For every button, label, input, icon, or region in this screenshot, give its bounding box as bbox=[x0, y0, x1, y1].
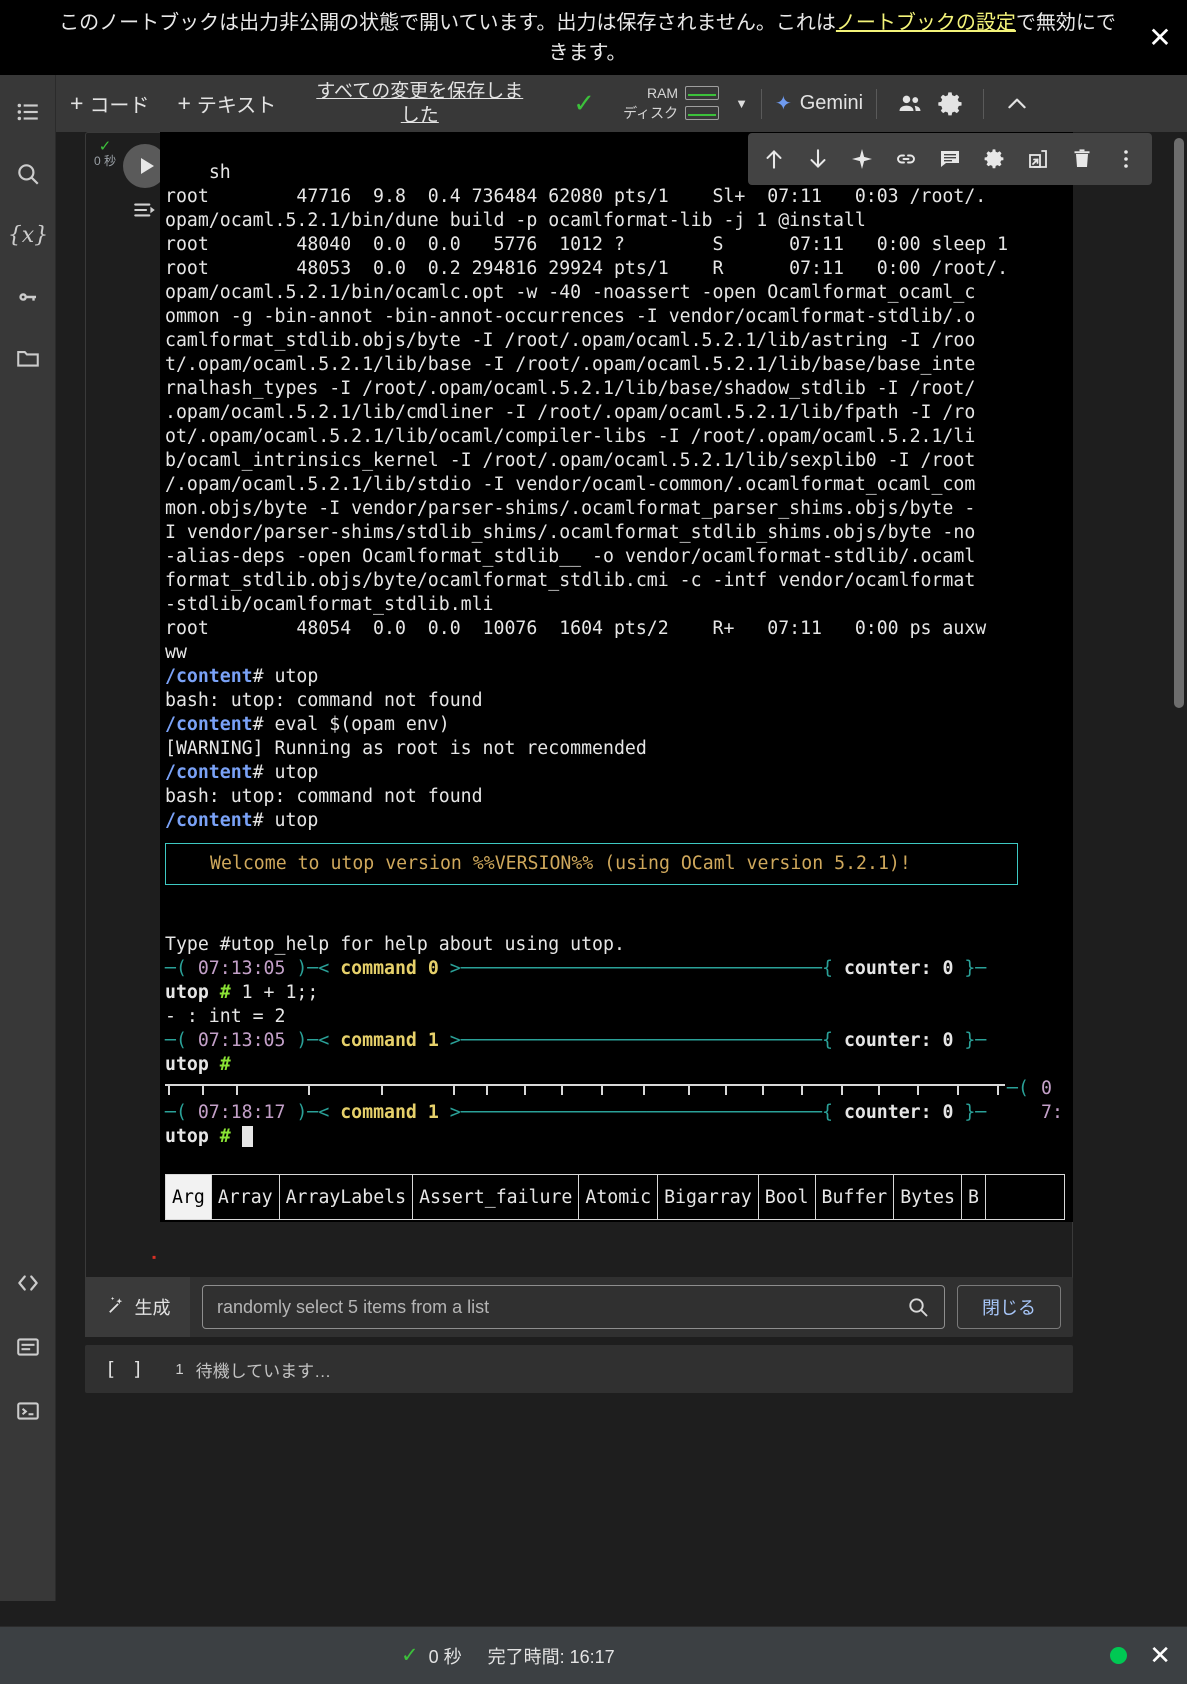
resource-meter[interactable]: RAM ディスク bbox=[623, 84, 720, 123]
search-icon[interactable] bbox=[11, 157, 45, 191]
files-folder-icon[interactable] bbox=[11, 341, 45, 375]
variables-icon[interactable]: {x} bbox=[8, 218, 48, 252]
save-status-label[interactable]: すべての変更を保存しました bbox=[312, 80, 527, 128]
notice-text: このノートブックは出力非公開の状態で開いています。出力は保存されません。これはノ… bbox=[58, 8, 1118, 68]
delete-cell-trash-icon[interactable] bbox=[1060, 137, 1104, 181]
completion-item[interactable]: Arg bbox=[166, 1175, 212, 1219]
secrets-key-icon[interactable] bbox=[11, 280, 45, 314]
magic-wand-icon bbox=[105, 1294, 127, 1321]
utop-completion-bar[interactable]: Arg Array ArrayLabels Assert_failure Atomic B… bbox=[165, 1174, 1065, 1220]
gemini-label: Gemini bbox=[799, 92, 864, 114]
checkmark-icon: ✓ bbox=[573, 88, 596, 118]
status-completed-label: 完了時間: 16:17 bbox=[487, 1646, 615, 1667]
link-icon[interactable] bbox=[884, 137, 928, 181]
cell-run-check: ✓ bbox=[98, 138, 112, 155]
status-seconds: 0 秒 bbox=[428, 1646, 462, 1667]
checkmark-icon: ✓ bbox=[401, 1644, 419, 1667]
cell-actions-toolbar bbox=[748, 133, 1152, 185]
completion-item[interactable]: Atomic bbox=[579, 1175, 659, 1219]
completion-item[interactable]: Assert_failure bbox=[413, 1175, 580, 1219]
notice-text-before: このノートブックは出力非公開の状態で開いています。出力は保存されません。これは bbox=[59, 11, 836, 34]
private-outputs-notice: このノートブックは出力非公開の状態で開いています。出力は保存されません。これはノ… bbox=[0, 0, 1187, 75]
disk-label: ディスク bbox=[623, 104, 679, 121]
completion-item[interactable]: Bytes bbox=[894, 1175, 962, 1219]
completion-item[interactable]: Bigarray bbox=[658, 1175, 759, 1219]
ram-label: RAM bbox=[646, 84, 679, 101]
add-text-cell-label: テキスト bbox=[196, 95, 277, 117]
close-icon[interactable]: ✕ bbox=[1143, 21, 1177, 55]
divider bbox=[983, 88, 985, 119]
completion-item[interactable]: Bool bbox=[759, 1175, 816, 1219]
cell-error-marker: ▪ bbox=[152, 1250, 157, 1264]
plus-icon: + bbox=[177, 90, 191, 116]
divider bbox=[876, 88, 878, 119]
chevron-down-icon[interactable]: ▼ bbox=[735, 96, 748, 111]
cell-line-number: 1 bbox=[175, 1360, 184, 1378]
notebook-settings-link[interactable]: ノートブックの設定 bbox=[836, 12, 1016, 34]
terminal-output[interactable]: sh root 47716 9.8 0.4 736484 62080 pts/1… bbox=[160, 132, 1073, 1222]
gemini-button[interactable]: ✦ Gemini bbox=[775, 92, 863, 115]
code-snippets-icon[interactable] bbox=[11, 1266, 45, 1300]
plus-icon: + bbox=[70, 90, 84, 116]
gemini-generate-bar: 生成 閉じる bbox=[85, 1277, 1073, 1337]
add-code-cell-label: コード bbox=[89, 95, 150, 117]
ram-bar bbox=[685, 85, 720, 100]
divider bbox=[760, 88, 762, 119]
generate-prompt-input[interactable] bbox=[217, 1296, 906, 1318]
add-code-cell-button[interactable]: + コード bbox=[56, 75, 163, 132]
completion-item[interactable]: ArrayLabels bbox=[280, 1175, 414, 1219]
completion-item[interactable]: B bbox=[962, 1175, 986, 1219]
toc-icon[interactable] bbox=[11, 95, 45, 129]
completion-item[interactable]: Buffer bbox=[816, 1175, 895, 1219]
gemini-sparkle-icon[interactable] bbox=[840, 137, 884, 181]
share-people-icon[interactable] bbox=[890, 84, 930, 124]
output-scrollbar[interactable] bbox=[1174, 138, 1184, 708]
move-cell-down-icon[interactable] bbox=[796, 137, 840, 181]
notebook-toolbar: + コード + テキスト すべての変更を保存しました ✓ RAM ディスク ▼ … bbox=[56, 75, 1187, 132]
next-code-cell[interactable]: [ ] 1 待機しています… bbox=[85, 1345, 1073, 1393]
notebook-body: ✓ 0 秒 sh root 47716 9.8 0.4 736484 62080… bbox=[56, 132, 1187, 1601]
cell-gutter: ✓ 0 秒 bbox=[85, 132, 167, 1250]
gemini-sparkle-icon: ✦ bbox=[774, 92, 792, 115]
comment-icon[interactable] bbox=[928, 137, 972, 181]
generate-label: 生成 bbox=[134, 1298, 171, 1318]
chevron-up-icon[interactable] bbox=[997, 84, 1037, 124]
terminal-icon[interactable] bbox=[11, 1394, 45, 1428]
search-icon[interactable] bbox=[906, 1295, 930, 1319]
cell-run-status: ✓ 0 秒 bbox=[88, 138, 122, 168]
disk-bar bbox=[685, 105, 720, 120]
generate-button[interactable]: 生成 bbox=[85, 1277, 190, 1337]
close-icon[interactable]: ✕ bbox=[1149, 1640, 1171, 1671]
scroll-to-output-icon[interactable] bbox=[129, 194, 161, 226]
completion-item[interactable]: Array bbox=[212, 1175, 280, 1219]
more-options-icon[interactable] bbox=[1104, 137, 1148, 181]
add-text-cell-button[interactable]: + テキスト bbox=[163, 75, 290, 132]
cell-execution-brackets: [ ] bbox=[105, 1358, 146, 1380]
close-generate-button[interactable]: 閉じる bbox=[957, 1285, 1061, 1329]
cell-run-seconds: 0 秒 bbox=[93, 154, 116, 168]
command-palette-icon[interactable] bbox=[11, 1330, 45, 1364]
open-in-new-tab-icon[interactable] bbox=[1016, 137, 1060, 181]
cell-settings-gear-icon[interactable] bbox=[972, 137, 1016, 181]
connected-status-dot bbox=[1110, 1647, 1128, 1664]
left-sidebar-rail: {x} bbox=[0, 75, 56, 1601]
cell-status-text: 待機しています… bbox=[195, 1361, 332, 1381]
generate-input-wrap[interactable] bbox=[202, 1285, 945, 1329]
gear-icon[interactable] bbox=[930, 84, 970, 124]
move-cell-up-icon[interactable] bbox=[752, 137, 796, 181]
bottom-status-bar: ✓ 0 秒 完了時間: 16:17 ✕ bbox=[0, 1626, 1187, 1684]
